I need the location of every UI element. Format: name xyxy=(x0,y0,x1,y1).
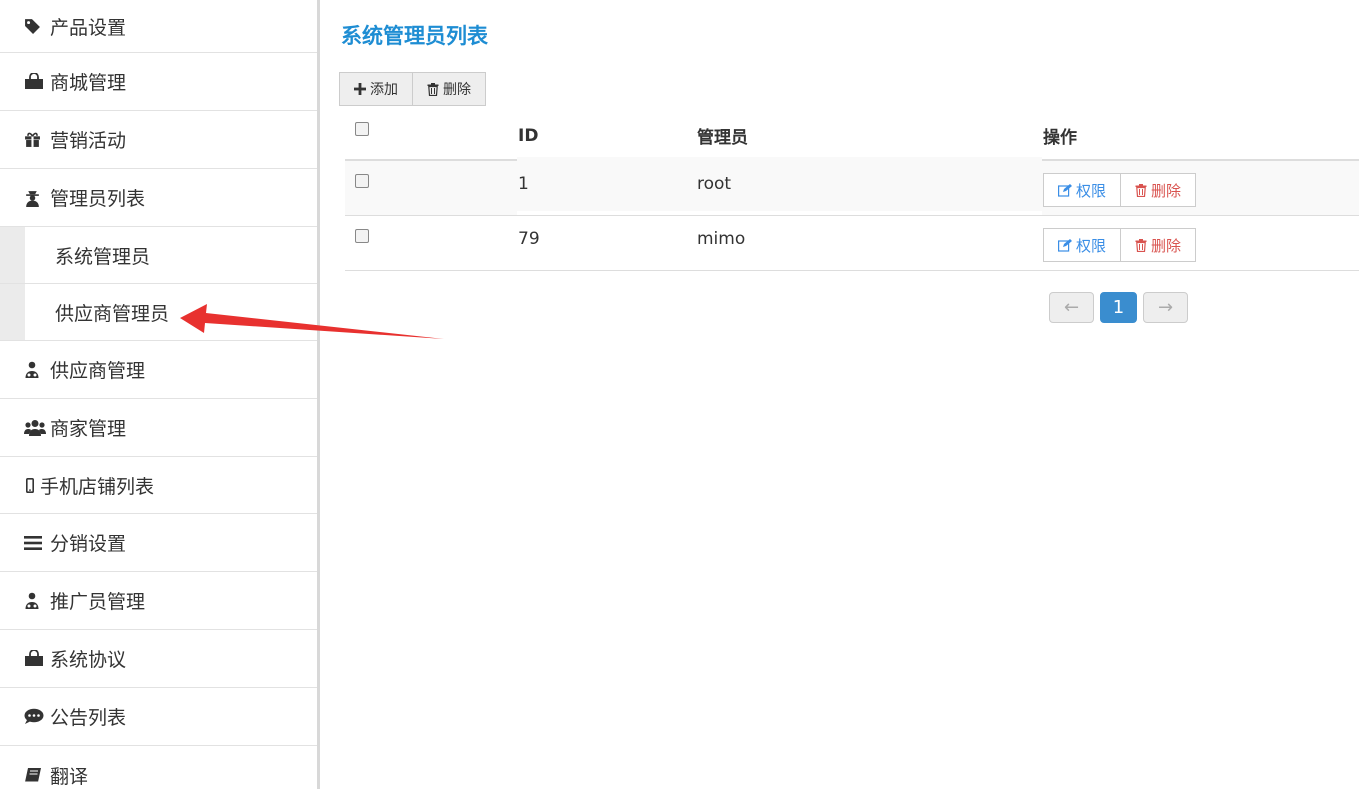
cell-id: 79 xyxy=(517,211,696,267)
sidebar-item-merchant-management[interactable]: 商家管理 xyxy=(0,399,317,457)
user-md-icon xyxy=(24,592,46,609)
sidebar-item-announcement-list[interactable]: 公告列表 xyxy=(0,688,317,746)
permission-button-label: 权限 xyxy=(1076,236,1107,255)
sidebar: 产品设置 商城管理 营销活动 管理员列表 系统管理员 供应商管理员 供应商管理 … xyxy=(0,0,320,789)
table-row: 79 mimo 权限 删除 xyxy=(345,211,1359,271)
cell-id: 1 xyxy=(517,156,696,212)
row-checkbox[interactable] xyxy=(355,229,369,243)
sidebar-item-label: 手机店铺列表 xyxy=(40,475,155,498)
pagination-page-1[interactable]: 1 xyxy=(1100,292,1137,323)
edit-icon xyxy=(1058,183,1072,197)
pagination-prev[interactable]: ← xyxy=(1049,292,1094,323)
permission-button-label: 权限 xyxy=(1076,181,1107,200)
sidebar-item-label: 公告列表 xyxy=(50,707,127,729)
add-button[interactable]: 添加 xyxy=(339,72,413,106)
sidebar-item-label: 商家管理 xyxy=(50,418,127,440)
sidebar-item-label: 营销活动 xyxy=(50,130,127,152)
user-secret-icon xyxy=(24,189,46,207)
sidebar-item-promoter-management[interactable]: 推广员管理 xyxy=(0,572,317,630)
trash-icon xyxy=(1135,183,1147,197)
select-all-checkbox[interactable] xyxy=(355,121,369,136)
user-md-icon xyxy=(24,361,46,378)
column-header-ops: 操作 xyxy=(1042,112,1359,161)
row-checkbox-cell xyxy=(345,215,517,271)
row-delete-button[interactable]: 删除 xyxy=(1121,173,1197,207)
sidebar-item-label: 推广员管理 xyxy=(50,591,146,613)
pagination: ← 1 → xyxy=(1049,292,1188,323)
sidebar-item-marketing[interactable]: 营销活动 xyxy=(0,111,317,169)
sidebar-subitem-supplier-admin[interactable]: 供应商管理员 xyxy=(0,284,317,341)
cell-admin: mimo xyxy=(696,211,1042,267)
cell-admin: root xyxy=(696,156,1042,212)
delete-button[interactable]: 删除 xyxy=(413,72,486,106)
row-checkbox[interactable] xyxy=(355,174,369,188)
sidebar-item-product-settings[interactable]: 产品设置 xyxy=(0,0,317,53)
edit-icon xyxy=(1058,238,1072,252)
sidebar-item-admin-list[interactable]: 管理员列表 xyxy=(0,169,317,227)
delete-button-label: 删除 xyxy=(443,82,471,98)
gift-icon xyxy=(24,131,46,148)
sidebar-item-distribution-settings[interactable]: 分销设置 xyxy=(0,514,317,572)
sidebar-subitem-label: 供应商管理员 xyxy=(55,302,170,325)
mobile-icon xyxy=(26,477,40,493)
sidebar-item-label: 商城管理 xyxy=(50,72,127,94)
sidebar-item-label: 翻译 xyxy=(50,765,89,788)
shopping-bag-icon xyxy=(24,650,46,667)
cell-ops: 权限 删除 xyxy=(1042,215,1359,271)
admin-table: ID 管理员 操作 1 root 权限 删除 79 mimo 权限 删除 xyxy=(345,112,1359,271)
permission-button[interactable]: 权限 xyxy=(1043,228,1122,262)
sidebar-item-translation[interactable]: 翻译 xyxy=(0,746,317,804)
toolbar: 添加 删除 xyxy=(339,72,486,106)
sidebar-subitem-label: 系统管理员 xyxy=(55,245,151,268)
select-all-cell xyxy=(345,112,517,161)
sidebar-item-label: 管理员列表 xyxy=(50,188,146,210)
users-icon xyxy=(24,419,46,436)
cell-ops: 权限 删除 xyxy=(1042,160,1359,216)
sidebar-item-mobile-store-list[interactable]: 手机店铺列表 xyxy=(0,457,317,514)
sidebar-item-label: 分销设置 xyxy=(50,533,127,555)
column-header-id: ID xyxy=(517,112,696,161)
sidebar-subitem-system-admin[interactable]: 系统管理员 xyxy=(0,227,317,284)
permission-button[interactable]: 权限 xyxy=(1043,173,1122,207)
sidebar-item-system-agreement[interactable]: 系统协议 xyxy=(0,630,317,688)
table-header-row: ID 管理员 操作 xyxy=(345,112,1359,161)
page-title: 系统管理员列表 xyxy=(341,24,488,48)
sidebar-item-mall-management[interactable]: 商城管理 xyxy=(0,53,317,111)
row-delete-button[interactable]: 删除 xyxy=(1121,228,1197,262)
row-checkbox-cell xyxy=(345,160,517,216)
book-icon xyxy=(24,767,46,784)
pagination-next[interactable]: → xyxy=(1143,292,1188,323)
table-row: 1 root 权限 删除 xyxy=(345,156,1359,216)
column-header-admin: 管理员 xyxy=(696,112,1042,161)
main-content: 系统管理员列表 添加 删除 ID 管理员 操作 1 root 权限 删除 79 … xyxy=(320,0,1359,789)
sidebar-item-supplier-management[interactable]: 供应商管理 xyxy=(0,341,317,399)
row-delete-button-label: 删除 xyxy=(1151,236,1182,255)
row-actions: 权限 删除 xyxy=(1043,173,1358,207)
add-button-label: 添加 xyxy=(370,82,398,98)
plus-icon xyxy=(354,83,366,95)
trash-icon xyxy=(1135,238,1147,252)
sidebar-item-label: 系统协议 xyxy=(50,649,127,671)
row-delete-button-label: 删除 xyxy=(1151,181,1182,200)
sidebar-item-label: 供应商管理 xyxy=(50,360,146,382)
row-actions: 权限 删除 xyxy=(1043,228,1358,262)
shopping-bag-icon xyxy=(24,73,46,90)
tag-icon xyxy=(24,18,46,35)
trash-icon xyxy=(427,82,439,96)
sidebar-item-label: 产品设置 xyxy=(50,16,127,39)
comment-icon xyxy=(24,708,46,725)
bars-icon xyxy=(24,535,46,551)
